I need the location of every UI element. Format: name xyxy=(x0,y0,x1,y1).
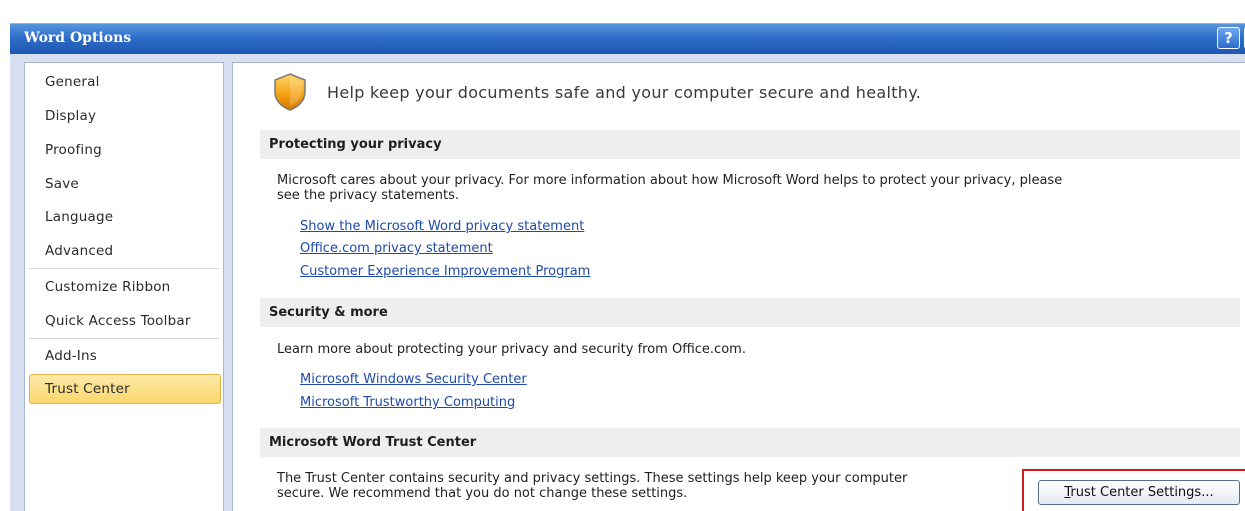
section-header-privacy: Protecting your privacy xyxy=(260,130,1240,159)
sidebar-divider xyxy=(29,338,219,339)
sidebar-item-display[interactable]: Display xyxy=(25,101,221,131)
sidebar-item-advanced[interactable]: Advanced xyxy=(25,236,221,266)
sidebar-divider xyxy=(29,268,219,269)
security-description: Learn more about protecting your privacy… xyxy=(277,342,746,357)
trust-center-description-line1: The Trust Center contains security and p… xyxy=(277,471,908,486)
sidebar-item-proofing[interactable]: Proofing xyxy=(25,135,221,165)
shield-icon xyxy=(274,73,306,111)
page-header-text: Help keep your documents safe and your c… xyxy=(327,83,922,102)
office-privacy-statement-link[interactable]: Office.com privacy statement xyxy=(300,241,493,256)
button-label: rust Center Settings... xyxy=(1070,485,1214,500)
screen-background xyxy=(0,0,1245,23)
sidebar-item-quick-access-toolbar[interactable]: Quick Access Toolbar xyxy=(25,306,221,336)
sidebar-item-save[interactable]: Save xyxy=(25,169,221,199)
section-header-security: Security & more xyxy=(260,298,1240,327)
sidebar-item-add-ins[interactable]: Add-Ins xyxy=(25,341,221,371)
trust-center-description-line2: secure. We recommend that you do not cha… xyxy=(277,486,688,501)
sidebar-item-general[interactable]: General xyxy=(25,67,221,97)
privacy-description-line2: see the privacy statements. xyxy=(277,188,460,203)
windows-security-center-link[interactable]: Microsoft Windows Security Center xyxy=(300,372,527,387)
trustworthy-computing-link[interactable]: Microsoft Trustworthy Computing xyxy=(300,395,515,410)
trust-center-settings-button[interactable]: Trust Center Settings... xyxy=(1038,480,1240,505)
options-sidebar: General Display Proofing Save Language A… xyxy=(24,62,224,511)
sidebar-item-language[interactable]: Language xyxy=(25,202,221,232)
sidebar-item-trust-center[interactable]: Trust Center xyxy=(29,374,221,404)
sidebar-item-customize-ribbon[interactable]: Customize Ribbon xyxy=(25,272,221,302)
title-bar: Word Options ? xyxy=(10,23,1245,54)
word-privacy-statement-link[interactable]: Show the Microsoft Word privacy statemen… xyxy=(300,219,584,234)
window-title: Word Options xyxy=(24,30,132,46)
ceip-link[interactable]: Customer Experience Improvement Program xyxy=(300,264,590,279)
section-header-trust-center: Microsoft Word Trust Center xyxy=(260,428,1240,457)
help-button[interactable]: ? xyxy=(1217,27,1240,49)
privacy-description-line1: Microsoft cares about your privacy. For … xyxy=(277,173,1063,188)
